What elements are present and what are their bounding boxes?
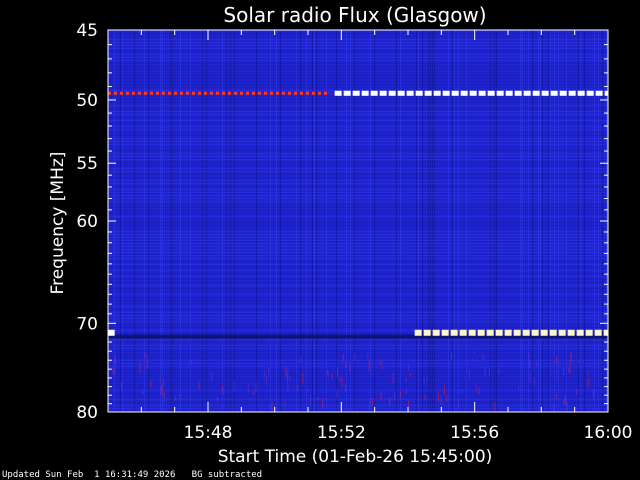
y-tick-label-50: 50 (76, 91, 98, 111)
interference-band-2 (414, 329, 608, 336)
interference-band-0 (108, 91, 327, 95)
noise-texture (108, 30, 608, 413)
y-tick-label-70: 70 (76, 314, 98, 334)
y-tick-label-45: 45 (76, 21, 98, 41)
chart-title: Solar radio Flux (Glasgow) (223, 3, 486, 27)
y-axis-label: Frequency [MHz] (48, 152, 68, 295)
y-tick-label-60: 60 (76, 212, 98, 232)
x-tick-label-3: 16:00 (584, 423, 633, 443)
x-tick-label-0: 15:48 (184, 423, 233, 443)
x-tick-label-2: 15:56 (450, 423, 499, 443)
x-axis-label: Start Time (01-Feb-26 15:45:00) (218, 447, 493, 467)
y-tick-label-55: 55 (76, 154, 98, 174)
y-tick-label-80: 80 (76, 403, 98, 423)
x-tick-label-1: 15:52 (317, 423, 366, 443)
spectrogram-plot (108, 30, 608, 413)
updated-footer: Updated Sun Feb 1 16:31:49 2026 BG subtr… (2, 470, 263, 480)
spectrogram-chart: 45 50 55 60 70 80 15:48 15:52 15:56 16:00 Solar r… (0, 0, 640, 480)
